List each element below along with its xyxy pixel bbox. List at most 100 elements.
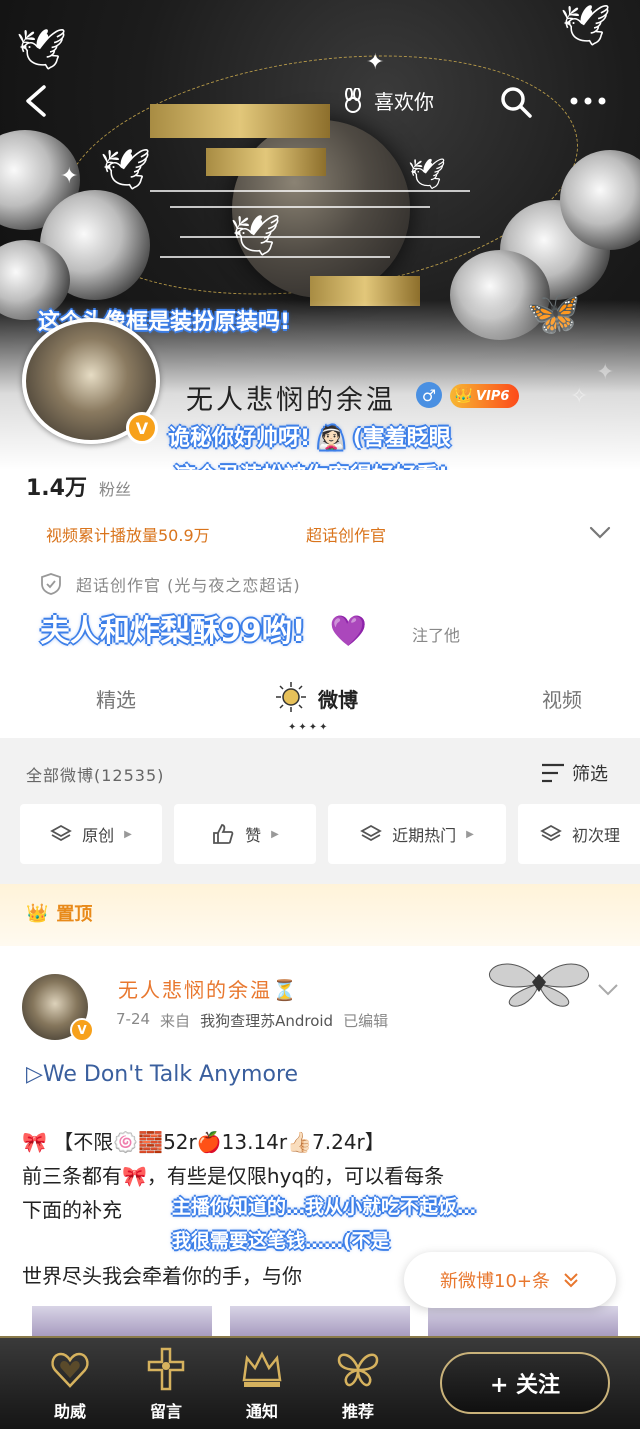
bird-decoration: 🕊 xyxy=(16,27,67,73)
chip-likes[interactable]: 赞 ▶ xyxy=(174,804,316,864)
supertopic-info[interactable]: 超话创作官 (光与夜之恋超话) xyxy=(76,572,301,596)
rabbit-icon xyxy=(345,87,361,113)
like-you-button[interactable]: 喜欢你 xyxy=(340,86,434,115)
message-button[interactable]: 留言 xyxy=(130,1338,202,1429)
like-you-label: 喜欢你 xyxy=(374,92,434,114)
moon-graphic xyxy=(232,120,410,298)
post-date: 7-24 xyxy=(116,1010,151,1028)
search-icon[interactable] xyxy=(498,84,534,120)
crown-icon: 👑 xyxy=(454,386,473,404)
video-plays-stat[interactable]: 视频累计播放量50.9万 xyxy=(46,522,210,546)
chip-label: 赞 xyxy=(245,826,262,845)
layers-icon xyxy=(360,824,382,842)
post-image[interactable] xyxy=(428,1306,618,1336)
post-image[interactable] xyxy=(230,1306,410,1336)
tab-weibo[interactable]: 微博 xyxy=(318,684,358,713)
followers-stat[interactable]: 1.4万 粉丝 xyxy=(26,470,131,502)
music-link[interactable]: ▷We Don't Talk Anymore xyxy=(26,1062,298,1087)
verified-badge: V xyxy=(70,1018,94,1042)
bottom-label: 通知 xyxy=(245,1402,278,1421)
danmaku-comment: 主播你知道的…我从小就吃不起饭… xyxy=(172,1196,477,1218)
double-chevron-down-icon xyxy=(564,1273,578,1288)
profile-tabs: 精选 微博 ✦✦✦✦ 视频 xyxy=(0,674,640,738)
post-image[interactable] xyxy=(32,1306,212,1336)
crown-icon xyxy=(242,1351,282,1387)
gold-glitch-bar xyxy=(206,148,326,176)
followers-count: 1.4万 xyxy=(26,476,87,501)
danmaku-comment: 诡秘你好帅呀! 👰🏻 (害羞眨眼 xyxy=(168,426,451,451)
chevron-down-icon[interactable] xyxy=(588,522,612,542)
vip-badge[interactable]: 👑 VIP6 xyxy=(450,384,520,408)
bottom-label: 助威 xyxy=(53,1402,86,1421)
post-text-line: 下面的补充 xyxy=(22,1198,122,1222)
bird-decoration: 🕊 xyxy=(100,147,151,193)
pinned-label: 👑 置顶 xyxy=(26,900,92,926)
heart-wing-icon xyxy=(51,1352,89,1388)
notification-button[interactable]: 通知 xyxy=(226,1338,298,1429)
cross-icon xyxy=(147,1347,185,1391)
post-images xyxy=(0,1306,640,1336)
bird-decoration: 🕊 xyxy=(560,3,611,49)
post-from: 来自 xyxy=(160,1012,191,1030)
filter-icon xyxy=(542,763,564,783)
butterfly-icon xyxy=(337,1353,379,1387)
verified-badge: V xyxy=(126,412,158,444)
gold-glitch-bar xyxy=(150,104,330,138)
pinned-text: 置顶 xyxy=(56,904,93,925)
post-text-line: 🎀 【不限🍥🧱52r🍎13.14r👍🏻7.24r】 xyxy=(22,1130,385,1154)
all-posts-count: 全部微博(12535) xyxy=(26,766,165,785)
danmaku-text: 夫人和炸梨酥99哟! xyxy=(40,614,306,649)
post-text-line: 世界尽头我会牵着你的手，与你 xyxy=(22,1264,302,1288)
tab-videos[interactable]: 视频 xyxy=(542,684,582,713)
male-icon: ♂ xyxy=(416,382,442,408)
chip-recent-hot[interactable]: 近期热门 ▶ xyxy=(328,804,506,864)
post-edited: 已编辑 xyxy=(343,1012,389,1030)
filter-chips: 原创 ▶ 赞 ▶ 近期热门 ▶ 初次理 xyxy=(20,804,640,864)
sparkle-decoration: ✦ xyxy=(366,50,385,75)
caret-right-icon: ▶ xyxy=(466,828,474,840)
followers-label: 粉丝 xyxy=(98,480,131,499)
pinned-header: 👑 置顶 xyxy=(0,884,640,946)
bottom-action-bar: 助威 留言 通知 推荐 + 关注 xyxy=(0,1336,640,1429)
layers-icon xyxy=(540,824,562,842)
filter-label: 筛选 xyxy=(572,764,608,785)
butterfly-decoration xyxy=(488,963,590,1007)
bird-decoration: 🕊 xyxy=(408,157,447,192)
back-icon[interactable] xyxy=(22,84,50,118)
followed-info: 注了他 xyxy=(412,626,461,645)
bird-decoration: 🕊 xyxy=(230,213,281,259)
purple-heart-icon: 💜 xyxy=(329,614,368,649)
bottom-label: 推荐 xyxy=(341,1402,374,1421)
new-posts-button[interactable]: 新微博10+条 xyxy=(404,1252,616,1308)
layers-icon xyxy=(50,824,72,842)
chip-label: 初次理 xyxy=(572,826,621,845)
thumbs-up-icon xyxy=(213,824,234,844)
tab-featured[interactable]: 精选 xyxy=(96,684,136,713)
post-source[interactable]: 我狗查理苏Android xyxy=(200,1010,333,1031)
glitch-line xyxy=(170,206,430,208)
crown-icon: 👑 xyxy=(26,902,49,924)
filter-button[interactable]: 筛选 xyxy=(540,760,608,786)
chip-label: 原创 xyxy=(82,826,115,845)
danmaku-comment: 夫人和炸梨酥99哟! 💜 xyxy=(40,606,367,650)
filter-bar: 全部微博(12535) 筛选 原创 ▶ 赞 ▶ 近期热门 ▶ 初次理 xyxy=(0,738,640,884)
supertopic-role-stat[interactable]: 超话创作官 xyxy=(306,522,386,546)
recommend-button[interactable]: 推荐 xyxy=(322,1338,394,1429)
post-text-line: 前三条都有🎀，有些是仅限hyq的，可以看每条 xyxy=(22,1164,445,1188)
shield-icon xyxy=(41,573,61,595)
chip-original[interactable]: 原创 ▶ xyxy=(20,804,162,864)
profile-name: 无人悲悯的余温 xyxy=(186,385,396,415)
follow-button[interactable]: + 关注 xyxy=(440,1352,610,1414)
tab-active-indicator: ✦✦✦✦ xyxy=(288,722,330,733)
caret-right-icon: ▶ xyxy=(124,828,132,840)
cheer-button[interactable]: 助威 xyxy=(34,1338,106,1429)
more-icon[interactable] xyxy=(568,94,608,108)
danmaku-comment: 我很需要这笔钱……(不是 xyxy=(172,1230,390,1252)
sparkle-decoration: ✦ xyxy=(60,164,79,189)
vip-label: VIP6 xyxy=(476,388,510,404)
chevron-down-icon[interactable] xyxy=(596,982,620,998)
profile-info: 1.4万 粉丝 视频累计播放量50.9万 超话创作官 超话创作官 (光与夜之恋超… xyxy=(0,470,640,738)
sun-icon xyxy=(276,682,306,712)
chip-first-time[interactable]: 初次理 xyxy=(518,804,640,864)
post-author-name[interactable]: 无人悲悯的余温⏳ xyxy=(118,974,299,1003)
